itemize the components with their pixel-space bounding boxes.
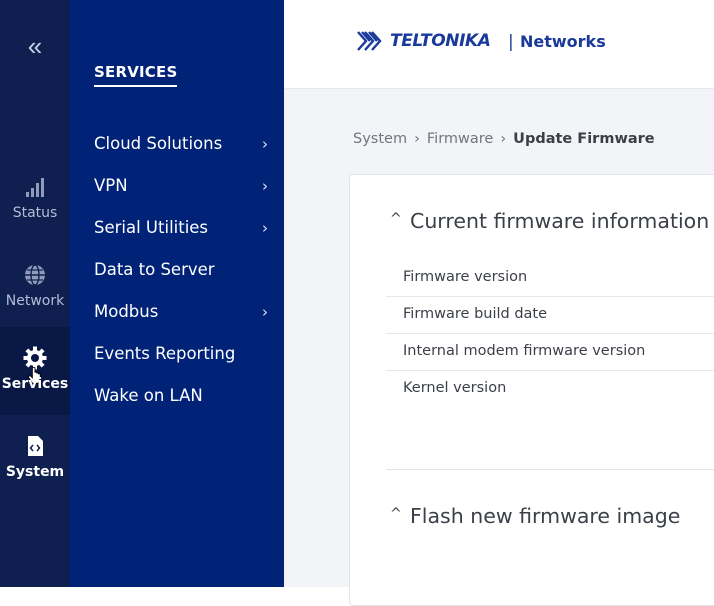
submenu-title: SERVICES xyxy=(94,63,178,87)
breadcrumb-separator: › xyxy=(414,131,420,147)
info-row: Firmware build date xyxy=(386,296,714,334)
firmware-card: ^ Current firmware information Firmware v… xyxy=(349,174,714,606)
submenu-item-label: VPN xyxy=(94,176,128,195)
section-header-flash-firmware[interactable]: ^ Flash new firmware image xyxy=(390,504,680,528)
main-content: System › Firmware › Update Firmware ^ Current… xyxy=(284,89,714,606)
submenu-item-wake-on-lan[interactable]: Wake on LAN xyxy=(94,380,274,412)
info-row: Firmware version xyxy=(386,259,714,297)
submenu-item-label: Cloud Solutions xyxy=(94,134,223,153)
brand-suffix: Networks xyxy=(520,32,606,51)
globe-icon xyxy=(25,264,45,286)
submenu-item-label: Modbus xyxy=(94,302,159,321)
caret-up-icon: ^ xyxy=(390,506,402,522)
rail-item-system[interactable]: System xyxy=(0,415,70,503)
info-row-label: Kernel version xyxy=(403,380,507,396)
chevron-right-icon: › xyxy=(262,177,268,195)
signal-bars-icon xyxy=(26,178,44,197)
teltonika-logo-icon xyxy=(357,31,382,51)
info-row-label: Internal modem firmware version xyxy=(403,343,646,359)
icon-rail: « Status Network Services System xyxy=(0,0,70,587)
chevron-right-icon: › xyxy=(262,219,268,237)
submenu-item-label: Wake on LAN xyxy=(94,386,203,405)
rail-item-status[interactable]: Status xyxy=(0,156,70,244)
submenu-item-serial-utilities[interactable]: Serial Utilities › xyxy=(94,212,274,244)
submenu-item-label: Serial Utilities xyxy=(94,218,209,237)
info-row: Internal modem firmware version xyxy=(386,333,714,371)
collapse-menu-button[interactable]: « xyxy=(0,30,70,62)
rail-item-network[interactable]: Network xyxy=(0,244,70,332)
section-title: Flash new firmware image xyxy=(410,504,681,528)
rail-item-label: Status xyxy=(12,205,58,221)
submenu-item-data-to-server[interactable]: Data to Server xyxy=(94,254,274,286)
file-code-icon xyxy=(28,436,43,456)
brand-name: TELTONIKA xyxy=(390,31,491,51)
section-divider xyxy=(386,469,714,470)
breadcrumb-item-current: Update Firmware xyxy=(513,131,655,147)
brand-separator: | xyxy=(508,32,514,52)
section-title: Current firmware information xyxy=(410,209,710,233)
rail-item-label: Services xyxy=(1,376,69,392)
submenu-item-cloud-solutions[interactable]: Cloud Solutions › xyxy=(94,128,274,160)
caret-up-icon: ^ xyxy=(390,211,402,227)
breadcrumb-item-system[interactable]: System xyxy=(353,131,407,147)
breadcrumb-item-firmware[interactable]: Firmware xyxy=(427,131,493,147)
rail-item-label: Network xyxy=(5,293,65,309)
submenu-item-label: Events Reporting xyxy=(94,344,236,363)
info-row-label: Firmware build date xyxy=(403,306,548,322)
rail-item-services[interactable]: Services xyxy=(0,327,70,415)
submenu-item-label: Data to Server xyxy=(94,260,215,279)
submenu-item-vpn[interactable]: VPN › xyxy=(94,170,274,202)
section-header-current-firmware[interactable]: ^ Current firmware information xyxy=(390,209,709,233)
top-header: TELTONIKA | Networks xyxy=(284,0,714,89)
services-submenu: SERVICES Cloud Solutions › VPN › Serial … xyxy=(70,0,284,587)
chevron-right-icon: › xyxy=(262,135,268,153)
breadcrumb-separator: › xyxy=(500,131,507,147)
breadcrumb: System › Firmware › Update Firmware xyxy=(353,131,655,147)
info-row-label: Firmware version xyxy=(403,269,528,285)
submenu-item-events-reporting[interactable]: Events Reporting xyxy=(94,338,274,370)
chevron-right-icon: › xyxy=(262,303,268,321)
info-row: Kernel version xyxy=(386,370,714,407)
rail-item-label: System xyxy=(5,464,65,480)
submenu-item-modbus[interactable]: Modbus › xyxy=(94,296,274,328)
